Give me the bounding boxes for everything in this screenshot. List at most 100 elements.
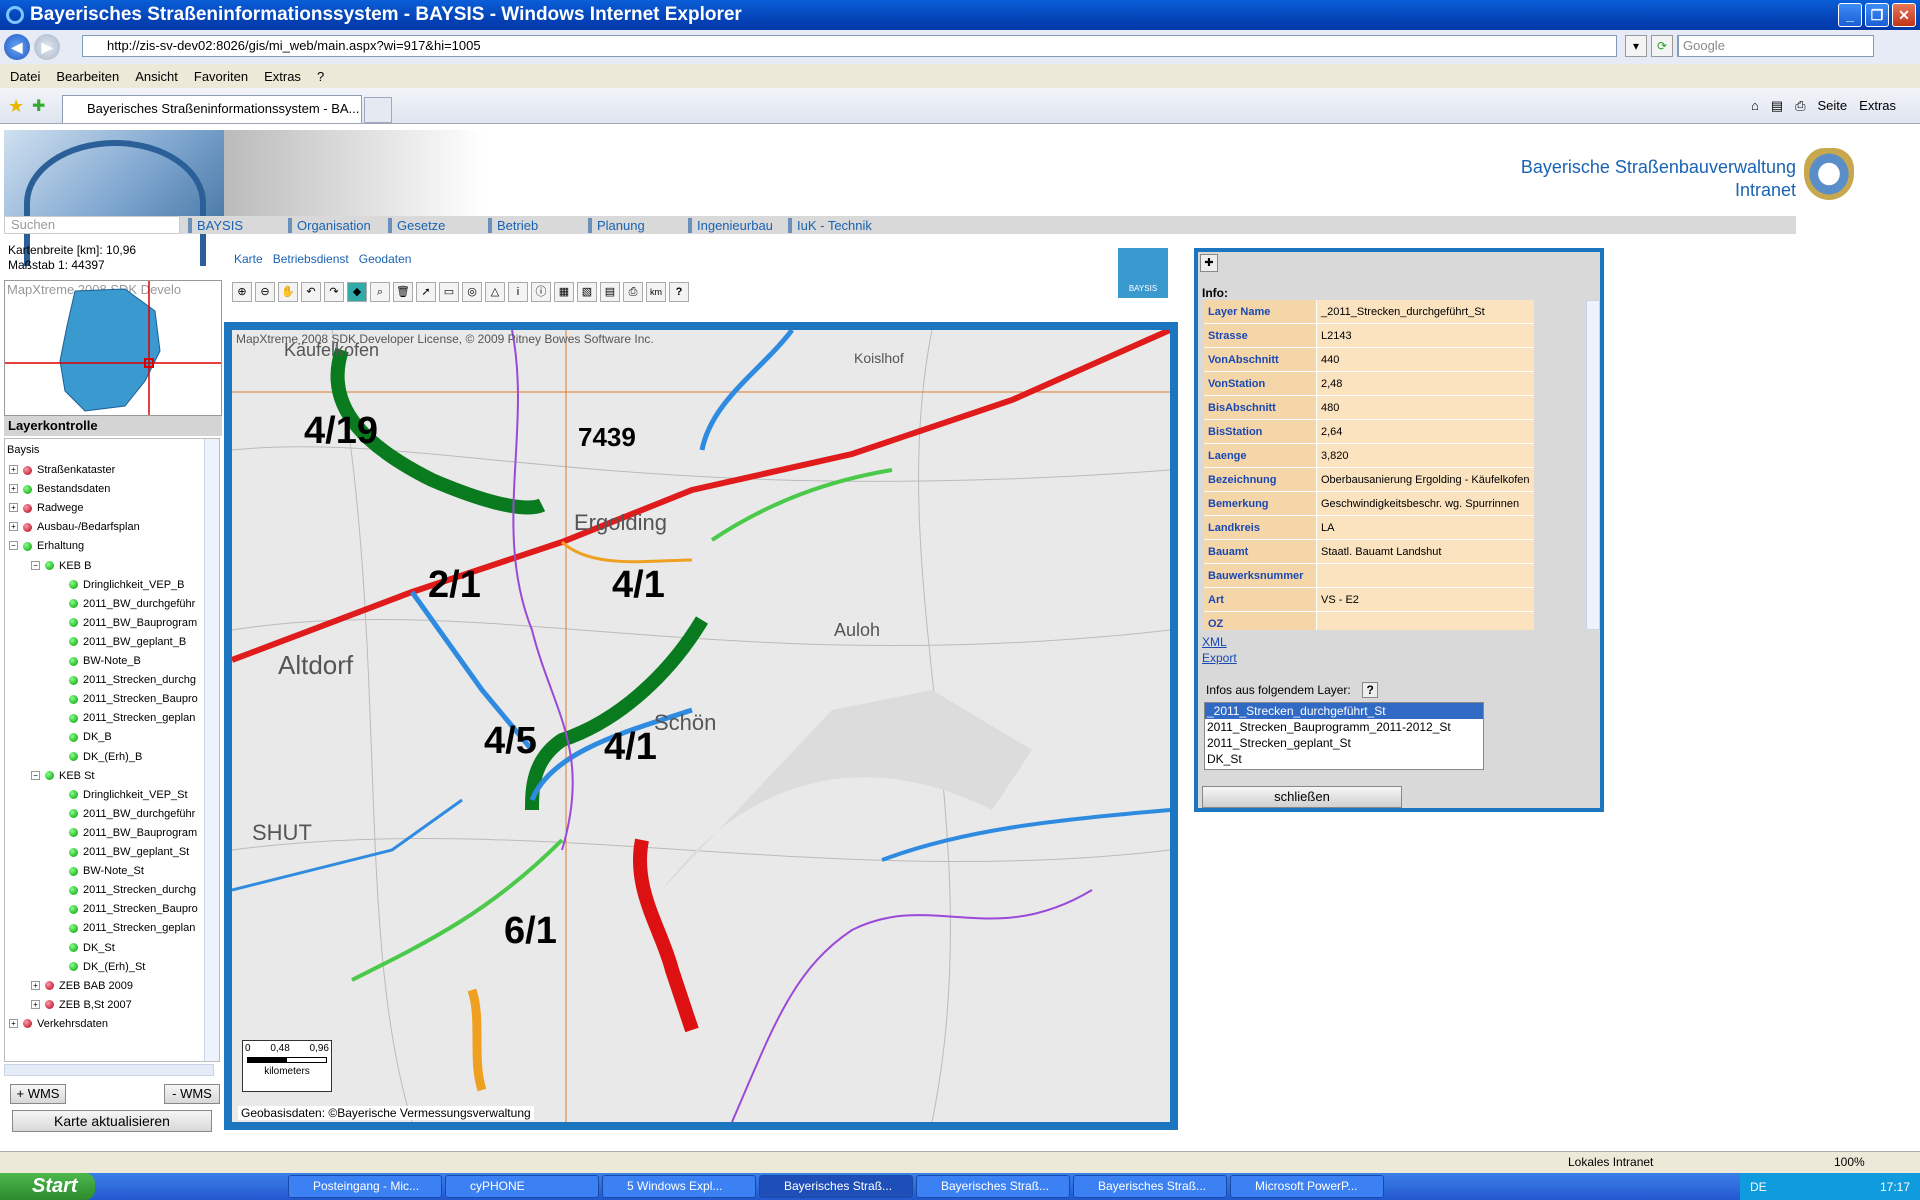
- nav-baysis[interactable]: BAYSIS: [188, 217, 280, 233]
- layer-item[interactable]: BW-Note_B: [69, 652, 141, 670]
- tree-hscrollbar[interactable]: [4, 1064, 214, 1076]
- layer-item[interactable]: − KEB St: [31, 767, 94, 785]
- menu-help[interactable]: ?: [317, 69, 324, 84]
- expand-toggle[interactable]: −: [9, 541, 18, 551]
- info-scrollbar[interactable]: [1586, 300, 1600, 630]
- print-map-icon[interactable]: ⎙: [623, 282, 643, 302]
- export-link[interactable]: Export: [1202, 650, 1237, 666]
- zoom-out-icon[interactable]: ⊖: [255, 282, 275, 302]
- expand-toggle[interactable]: +: [31, 999, 40, 1009]
- close-window-button[interactable]: ✕: [1892, 3, 1916, 27]
- start-button[interactable]: Start: [0, 1173, 95, 1200]
- tab-karte[interactable]: Karte: [234, 252, 263, 266]
- nav-betrieb[interactable]: Betrieb: [488, 217, 580, 233]
- new-tab-button[interactable]: [364, 97, 392, 123]
- layer-item[interactable]: 2011_BW_durchgeführ: [69, 595, 195, 613]
- nav-gesetze[interactable]: Gesetze: [388, 217, 480, 233]
- delete-icon[interactable]: 🗑: [393, 282, 413, 302]
- close-info-button[interactable]: schließen: [1202, 786, 1402, 808]
- expand-toggle[interactable]: +: [9, 1018, 18, 1028]
- google-search-input[interactable]: Google: [1678, 35, 1874, 57]
- url-input[interactable]: http://zis-sv-dev02:8026/gis/mi_web/main…: [82, 35, 1617, 57]
- zoom-in-icon[interactable]: ⊕: [232, 282, 252, 302]
- pan-hand-icon[interactable]: ✋: [278, 282, 298, 302]
- expand-toggle[interactable]: +: [31, 980, 40, 990]
- add-wms-button[interactable]: + WMS: [10, 1084, 66, 1104]
- help-icon[interactable]: ?: [669, 282, 689, 302]
- layer-item[interactable]: 2011_Strecken_durchg: [69, 881, 196, 899]
- nav-iuk-technik[interactable]: IuK - Technik: [788, 217, 880, 233]
- task-powerpoint[interactable]: Microsoft PowerP...: [1230, 1175, 1384, 1198]
- task-outlook[interactable]: Posteingang - Mic...: [288, 1175, 442, 1198]
- task-ie-2[interactable]: Bayerisches Straß...: [916, 1175, 1070, 1198]
- layer-item[interactable]: − KEB B: [31, 557, 91, 575]
- minimize-button[interactable]: _: [1838, 3, 1862, 27]
- layer-item[interactable]: + ZEB B,St 2007: [31, 996, 132, 1014]
- info-layer-list[interactable]: _2011_Strecken_durchgeführt_St 2011_Stre…: [1204, 702, 1484, 770]
- nav-ingenieurbau[interactable]: Ingenieurbau: [688, 217, 780, 233]
- expand-toggle[interactable]: −: [31, 560, 40, 570]
- feeds-icon[interactable]: ▤: [1771, 98, 1783, 114]
- layer-item[interactable]: 2011_Strecken_durchg: [69, 671, 196, 689]
- favorites-star-icon[interactable]: ★: [8, 96, 24, 117]
- zoom-level[interactable]: 100%: [1834, 1155, 1865, 1169]
- layer-item[interactable]: DK_St: [69, 939, 115, 957]
- select-arrow-icon[interactable]: ➚: [416, 282, 436, 302]
- layer-select-icon[interactable]: ◆: [347, 282, 367, 302]
- layer-option[interactable]: _2011_Strecken_durchgeführt_St: [1205, 703, 1483, 719]
- table-icon[interactable]: ▦: [554, 282, 574, 302]
- overview-map[interactable]: MapXtreme 2008 SDK Develo: [4, 280, 222, 416]
- expand-toggle[interactable]: +: [9, 503, 18, 513]
- polygon-select-icon[interactable]: △: [485, 282, 505, 302]
- expand-toggle[interactable]: +: [9, 465, 18, 474]
- help-icon[interactable]: ?: [1362, 682, 1379, 698]
- forward-icon[interactable]: ▶: [34, 34, 60, 60]
- refresh-icon[interactable]: ⟳: [1651, 35, 1673, 57]
- export-icon[interactable]: ▤: [600, 282, 620, 302]
- undo-icon[interactable]: ↶: [301, 282, 321, 302]
- layer-item[interactable]: 2011_BW_Bauprogram: [69, 824, 197, 842]
- radius-select-icon[interactable]: ◎: [462, 282, 482, 302]
- menu-favoriten[interactable]: Favoriten: [194, 69, 248, 84]
- language-indicator[interactable]: DE: [1750, 1180, 1767, 1194]
- remove-wms-button[interactable]: - WMS: [164, 1084, 220, 1104]
- layer-item[interactable]: 2011_BW_Bauprogram: [69, 614, 197, 632]
- layer-item[interactable]: 2011_BW_durchgeführ: [69, 805, 195, 823]
- layer-option[interactable]: 2011_Strecken_geplant_St: [1205, 735, 1483, 751]
- layer-item[interactable]: 2011_BW_geplant_St: [69, 843, 189, 861]
- xml-link[interactable]: XML: [1202, 634, 1237, 650]
- menu-bearbeiten[interactable]: Bearbeiten: [56, 69, 119, 84]
- edit-table-icon[interactable]: ▧: [577, 282, 597, 302]
- nav-organisation[interactable]: Organisation: [288, 217, 380, 233]
- menu-extras[interactable]: Extras: [264, 69, 301, 84]
- add-favorite-icon[interactable]: ✚: [32, 96, 45, 116]
- task-ie-1[interactable]: Bayerisches Straß...: [759, 1175, 913, 1198]
- back-icon[interactable]: ◀: [4, 34, 30, 60]
- layer-item[interactable]: DK_(Erh)_B: [69, 748, 142, 766]
- info-icon[interactable]: i: [508, 282, 528, 302]
- info-line-icon[interactable]: ⓘ: [531, 282, 551, 302]
- layer-item[interactable]: BW-Note_St: [69, 862, 144, 880]
- nav-planung[interactable]: Planung: [588, 217, 680, 233]
- map-canvas[interactable]: MapXtreme 2008 SDK Developer License, © …: [232, 330, 1170, 1122]
- rect-select-icon[interactable]: ▭: [439, 282, 459, 302]
- layer-item[interactable]: DK_B: [69, 728, 112, 746]
- task-ie-3[interactable]: Bayerisches Straß...: [1073, 1175, 1227, 1198]
- layer-item[interactable]: 2011_Strecken_Baupro: [69, 900, 198, 918]
- expand-toggle[interactable]: +: [9, 484, 18, 494]
- layer-item[interactable]: 2011_Strecken_geplan: [69, 709, 195, 727]
- expand-toggle[interactable]: −: [31, 770, 40, 780]
- layer-item[interactable]: − Erhaltung: [9, 537, 84, 555]
- menu-ansicht[interactable]: Ansicht: [135, 69, 178, 84]
- layer-item[interactable]: 2011_Strecken_geplan: [69, 919, 195, 937]
- layer-item[interactable]: 2011_Strecken_Baupro: [69, 690, 198, 708]
- layer-item[interactable]: Dringlichkeit_VEP_B: [69, 576, 185, 594]
- redo-icon[interactable]: ↷: [324, 282, 344, 302]
- layer-item[interactable]: + Radwege: [9, 499, 83, 517]
- dropdown-icon[interactable]: ▾: [1625, 35, 1647, 57]
- layer-item[interactable]: DK_(Erh)_St: [69, 958, 145, 976]
- tab-geodaten[interactable]: Geodaten: [359, 252, 412, 266]
- layer-item[interactable]: Dringlichkeit_VEP_St: [69, 786, 188, 804]
- print-icon[interactable]: ⎙: [1795, 98, 1805, 114]
- expand-toggle[interactable]: +: [9, 522, 18, 532]
